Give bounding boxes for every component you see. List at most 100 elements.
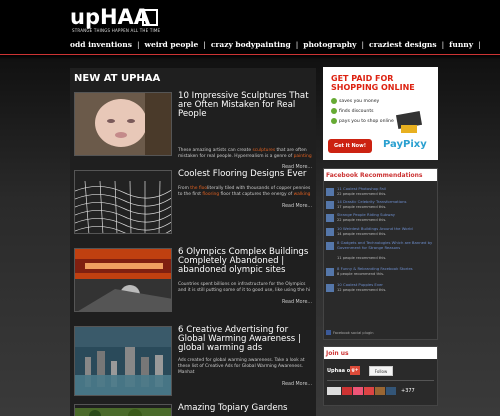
read-more-link[interactable]: Read More...	[282, 382, 312, 387]
post-item: 10 Impressive Sculptures That are Often …	[74, 92, 314, 170]
post-thumbnail[interactable]	[74, 170, 172, 234]
ad-brand-logo: PayPixy	[383, 139, 427, 150]
desc-link[interactable]: flooring	[202, 192, 219, 197]
nav-photography[interactable]: photography	[303, 40, 356, 49]
paypixy-ad-banner[interactable]: GET PAID FOR SHOPPING ONLINE saves you m…	[323, 67, 438, 160]
nav-separator: |	[478, 40, 481, 49]
post-title[interactable]: 6 Creative Advertising for Global Warmin…	[178, 326, 314, 353]
item-link[interactable]: 11 Coolest Photoshop Fail	[337, 186, 435, 192]
desc-text: These amazing artists can create	[178, 148, 253, 153]
desc-text: floor that captures the energy of	[219, 192, 294, 197]
ad-feature-item: saves you money	[331, 97, 394, 107]
nav-funny[interactable]: funny	[449, 40, 473, 49]
nav-separator: |	[136, 40, 140, 49]
desc-link[interactable]: the floo	[190, 186, 207, 191]
olympic-building-image	[75, 249, 171, 311]
ad-feature-item: finds discounts	[331, 107, 394, 117]
ad-feature-item: pays you to shop online	[331, 117, 394, 127]
post-item: Coolest Flooring Designs Ever From the f…	[74, 170, 314, 238]
item-count: 22 people recommend this.	[337, 218, 387, 222]
item-count: 8 people recommend this.	[337, 272, 385, 276]
google-plus-badge-icon[interactable]	[327, 387, 341, 395]
item-link[interactable]: 8 Gadgets and Technologies Which are Ban…	[337, 240, 435, 250]
nav-crazy-bodypainting[interactable]: crazy bodypainting	[211, 40, 291, 49]
list-item: 10 Weirdest Buildings Around the World 1…	[326, 226, 436, 241]
check-icon	[331, 97, 337, 104]
widget-title: Facebook Recommendations	[324, 169, 437, 181]
nav-odd-inventions[interactable]: odd inventions	[70, 40, 132, 49]
item-thumbnail[interactable]	[326, 242, 334, 250]
post-item: 6 Olympics Complex Buildings Completely …	[74, 248, 314, 322]
item-count: 14 people recommend this.	[337, 232, 387, 236]
avatar-icon[interactable]	[386, 387, 396, 395]
site-logo[interactable]: upHAA STRANGE THINGS HAPPEN ALL THE TIME	[70, 5, 160, 36]
post-title[interactable]: 6 Olympics Complex Buildings Completely …	[178, 248, 314, 275]
read-more-link[interactable]: Read More...	[282, 300, 312, 305]
social-icons-row: +377	[327, 387, 415, 395]
desc-text: From	[178, 186, 191, 191]
avatar-icon[interactable]	[353, 387, 363, 395]
nav-separator: |	[441, 40, 445, 49]
post-thumbnail[interactable]	[74, 248, 172, 312]
facebook-plugin-footer[interactable]: Facebook social plugin	[326, 330, 374, 335]
main-content: NEW AT UPHAA 10 Impressive Sculptures Th…	[70, 68, 316, 416]
nav-craziest-designs[interactable]: craziest designs	[369, 40, 437, 49]
desc-link[interactable]: painting	[294, 154, 312, 159]
desc-link[interactable]: walking	[294, 192, 311, 197]
item-count: 12 people recommend this.	[337, 288, 387, 292]
google-plus-icon[interactable]: g+	[350, 366, 360, 375]
ad-feature-label: pays you to shop online	[339, 119, 394, 124]
flooring-image	[75, 171, 171, 233]
topiary-garden-image	[75, 408, 171, 416]
post-thumbnail[interactable]	[74, 404, 172, 416]
item-thumbnail[interactable]	[326, 201, 334, 209]
check-icon	[331, 107, 337, 114]
list-item: 8 Gadgets and Technologies Which are Ban…	[326, 240, 436, 267]
item-thumbnail[interactable]	[326, 214, 334, 222]
item-link[interactable]: Strange People Riding Subway	[337, 212, 435, 218]
item-thumbnail[interactable]	[326, 268, 334, 276]
item-link[interactable]: 14 Drastic Celebrity Transformations	[337, 199, 435, 205]
facebook-recommendations-widget: Facebook Recommendations 11 Coolest Phot…	[323, 168, 438, 340]
post-title[interactable]: 10 Impressive Sculptures That are Often …	[178, 92, 314, 119]
divider	[327, 380, 434, 381]
nav-separator: |	[203, 40, 206, 49]
read-more-link[interactable]: Read More...	[282, 204, 312, 209]
widget-title: Join us	[324, 347, 437, 359]
facebook-icon	[326, 330, 331, 335]
ad-feature-label: finds discounts	[339, 109, 374, 114]
item-thumbnail[interactable]	[326, 228, 334, 236]
nav-divider	[0, 54, 500, 55]
follow-button[interactable]: Follow	[369, 366, 393, 376]
post-item: Amazing Topiary Gardens	[74, 404, 314, 416]
avatar-icon[interactable]	[342, 387, 352, 395]
shopping-bag-icon	[401, 125, 417, 133]
list-item: 10 Coolest Puppies Ever 12 people recomm…	[326, 282, 436, 297]
post-title[interactable]: Coolest Flooring Designs Ever	[178, 170, 314, 179]
plugin-label: Facebook social plugin	[333, 330, 374, 335]
item-count: 11 people recommend this.	[337, 256, 387, 260]
post-thumbnail[interactable]	[74, 326, 172, 396]
avatar-icon[interactable]	[375, 387, 385, 395]
item-thumbnail[interactable]	[326, 188, 334, 196]
post-title[interactable]: Amazing Topiary Gardens	[178, 404, 314, 413]
avatar-icon[interactable]	[364, 387, 374, 395]
nav-separator: |	[295, 40, 299, 49]
post-description: From the flooliterally tiled with thousa…	[178, 186, 314, 198]
join-us-widget: Join us Uphaa on g+ Follow +377	[323, 346, 438, 406]
recommendation-list: 11 Coolest Photoshop Fail 22 people reco…	[326, 186, 436, 297]
section-title: NEW AT UPHAA	[74, 73, 161, 84]
item-link[interactable]: 8 Funny & Rebranding Facebook Stories	[337, 266, 435, 272]
post-thumbnail[interactable]	[74, 92, 172, 156]
item-link[interactable]: 10 Coolest Puppies Ever	[337, 282, 435, 288]
get-it-now-button[interactable]: Get it Now!	[328, 139, 372, 153]
list-item: Strange People Riding Subway 22 people r…	[326, 212, 436, 227]
ad-feature-label: saves you money	[339, 99, 380, 104]
desc-link[interactable]: sculptures	[252, 148, 275, 153]
item-link[interactable]: 10 Weirdest Buildings Around the World	[337, 226, 435, 232]
nav-weird-people[interactable]: weird people	[145, 40, 199, 49]
check-icon	[331, 117, 337, 124]
item-thumbnail[interactable]	[326, 284, 334, 292]
ad-title: GET PAID FOR SHOPPING ONLINE	[331, 74, 415, 92]
logo-text: upHAA	[70, 5, 151, 29]
